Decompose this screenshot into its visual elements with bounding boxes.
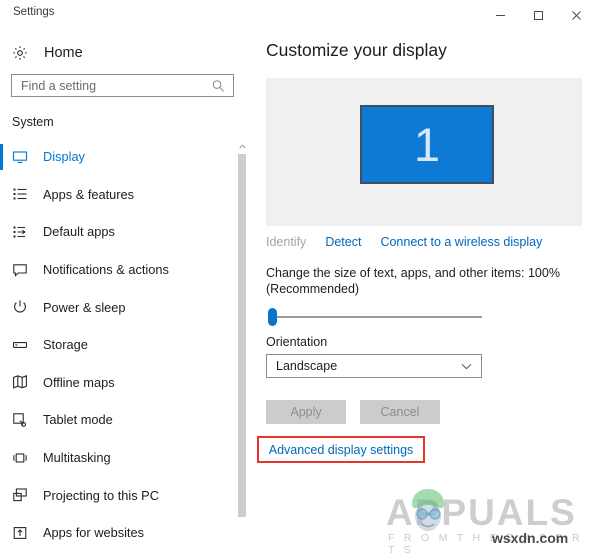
selection-accent-bar: [0, 219, 3, 245]
advanced-display-settings-highlight: Advanced display settings: [257, 436, 425, 463]
sidebar-section-title: System: [12, 115, 54, 129]
window-title: Settings: [13, 6, 55, 18]
tablet-icon: [12, 410, 34, 430]
sidebar-item-label: Multitasking: [43, 450, 111, 466]
apps-websites-icon: [12, 523, 34, 543]
search-input[interactable]: Find a setting: [11, 74, 234, 97]
slider-track: [272, 316, 482, 318]
display-monitor-1[interactable]: 1: [360, 105, 494, 184]
sidebar-item-notifications-actions[interactable]: Notifications & actions: [0, 251, 240, 289]
monitor-number-label: 1: [413, 118, 441, 171]
default-apps-icon: [12, 222, 34, 242]
sidebar-item-apps-features[interactable]: Apps & features: [0, 176, 240, 214]
slider-thumb[interactable]: [268, 308, 277, 326]
monitor-icon: [12, 147, 34, 167]
sidebar-item-home[interactable]: Home: [0, 38, 250, 68]
sidebar-item-storage[interactable]: Storage: [0, 326, 240, 364]
multitasking-icon: [12, 448, 34, 468]
sidebar-item-apps-for-websites[interactable]: Apps for websites: [0, 514, 240, 552]
sidebar-item-offline-maps[interactable]: Offline maps: [0, 364, 240, 402]
cancel-button[interactable]: Cancel: [360, 400, 440, 424]
sidebar-item-label: Display: [43, 149, 85, 165]
sidebar-item-label: Apps for websites: [43, 525, 145, 541]
main-content: Customize your display 1 Identify Detect…: [250, 30, 595, 557]
apply-button[interactable]: Apply: [266, 400, 346, 424]
sidebar-item-power-sleep[interactable]: Power & sleep: [0, 288, 240, 326]
settings-window: Settings Home Find a setting System Disp…: [0, 0, 595, 557]
scrollbar-thumb[interactable]: [238, 154, 246, 517]
power-icon: [12, 297, 34, 317]
storage-icon: [12, 335, 34, 355]
selection-accent-bar: [0, 294, 3, 320]
orientation-label: Orientation: [266, 335, 328, 349]
notification-icon: [12, 260, 34, 280]
selection-accent-bar: [0, 407, 3, 433]
display-action-links: Identify Detect Connect to a wireless di…: [266, 235, 586, 249]
sidebar: Home Find a setting System Display Apps …: [0, 30, 250, 557]
projecting-icon: [12, 485, 34, 505]
chevron-down-icon: [461, 363, 481, 370]
selection-accent-bar: [0, 520, 3, 546]
search-icon: [211, 79, 233, 93]
search-placeholder: Find a setting: [21, 78, 97, 93]
selection-accent-bar: [0, 445, 3, 471]
sidebar-item-display[interactable]: Display: [0, 138, 240, 176]
sidebar-item-projecting-to-this-pc[interactable]: Projecting to this PC: [0, 476, 240, 514]
advanced-display-settings-link[interactable]: Advanced display settings: [269, 443, 414, 457]
form-buttons: Apply Cancel: [266, 400, 440, 424]
orientation-selected-value: Landscape: [276, 359, 338, 373]
sidebar-scrollbar[interactable]: [236, 140, 248, 557]
detect-link[interactable]: Detect: [325, 235, 361, 249]
selection-accent-bar: [0, 332, 3, 358]
sidebar-item-label: Storage: [43, 337, 88, 353]
map-icon: [12, 372, 34, 392]
scale-slider[interactable]: [266, 308, 482, 326]
connect-wireless-display-link[interactable]: Connect to a wireless display: [380, 235, 542, 249]
scale-description: Change the size of text, apps, and other…: [266, 266, 560, 296]
sidebar-item-label: Default apps: [43, 224, 115, 240]
window-controls: [481, 0, 595, 30]
selection-accent-bar: [0, 144, 3, 170]
chevron-up-icon[interactable]: [236, 140, 248, 152]
page-title: Customize your display: [266, 40, 447, 60]
sidebar-item-label: Notifications & actions: [43, 262, 169, 278]
sidebar-home-label: Home: [44, 45, 83, 61]
orientation-select[interactable]: Landscape: [266, 354, 482, 378]
gear-icon: [12, 45, 34, 61]
selection-accent-bar: [0, 257, 3, 283]
sidebar-item-label: Power & sleep: [43, 299, 126, 315]
selection-accent-bar: [0, 182, 3, 208]
sidebar-item-label: Projecting to this PC: [43, 487, 159, 503]
close-button[interactable]: [557, 0, 595, 30]
sidebar-nav-list: Display Apps & features Default apps Not…: [0, 138, 250, 557]
maximize-button[interactable]: [519, 0, 557, 30]
list-icon: [12, 184, 34, 204]
selection-accent-bar: [0, 370, 3, 396]
sidebar-item-multitasking[interactable]: Multitasking: [0, 439, 240, 477]
identify-link: Identify: [266, 235, 307, 249]
sidebar-item-tablet-mode[interactable]: Tablet mode: [0, 401, 240, 439]
sidebar-item-label: Offline maps: [43, 374, 115, 390]
selection-accent-bar: [0, 482, 3, 508]
sidebar-item-label: Tablet mode: [43, 412, 113, 428]
display-preview-panel: 1: [266, 78, 582, 226]
title-bar: Settings: [0, 0, 595, 30]
minimize-button[interactable]: [481, 0, 519, 30]
sidebar-item-label: Apps & features: [43, 186, 135, 202]
sidebar-item-default-apps[interactable]: Default apps: [0, 213, 240, 251]
